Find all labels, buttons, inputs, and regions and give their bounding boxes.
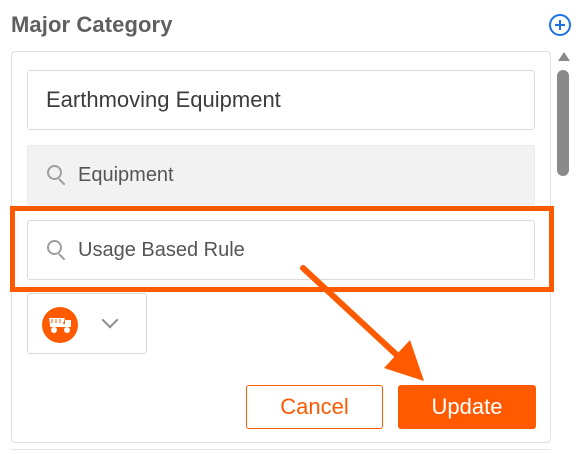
scroll-thumb[interactable] (557, 70, 569, 176)
usage-rule-field-label: Usage Based Rule (78, 238, 245, 261)
equipment-field-label: Equipment (78, 163, 174, 186)
cancel-button[interactable]: Cancel (246, 385, 383, 429)
scrollbar[interactable] (555, 46, 573, 454)
search-icon (46, 164, 68, 186)
chevron-down-icon[interactable] (101, 311, 119, 329)
add-category-icon[interactable] (549, 14, 571, 36)
icon-picker-dropdown[interactable] (27, 293, 147, 354)
usage-rule-search-field[interactable]: Usage Based Rule (27, 220, 535, 280)
update-button[interactable]: Update (398, 385, 536, 429)
equipment-search-field[interactable]: Equipment (27, 145, 535, 205)
panel-divider (11, 449, 551, 450)
scroll-up-arrow[interactable] (558, 52, 570, 61)
search-icon (46, 239, 68, 261)
dump-truck-icon (42, 307, 78, 343)
section-title: Major Category (11, 12, 173, 37)
category-name-value: Earthmoving Equipment (46, 87, 281, 112)
category-name-field[interactable]: Earthmoving Equipment (27, 70, 535, 130)
